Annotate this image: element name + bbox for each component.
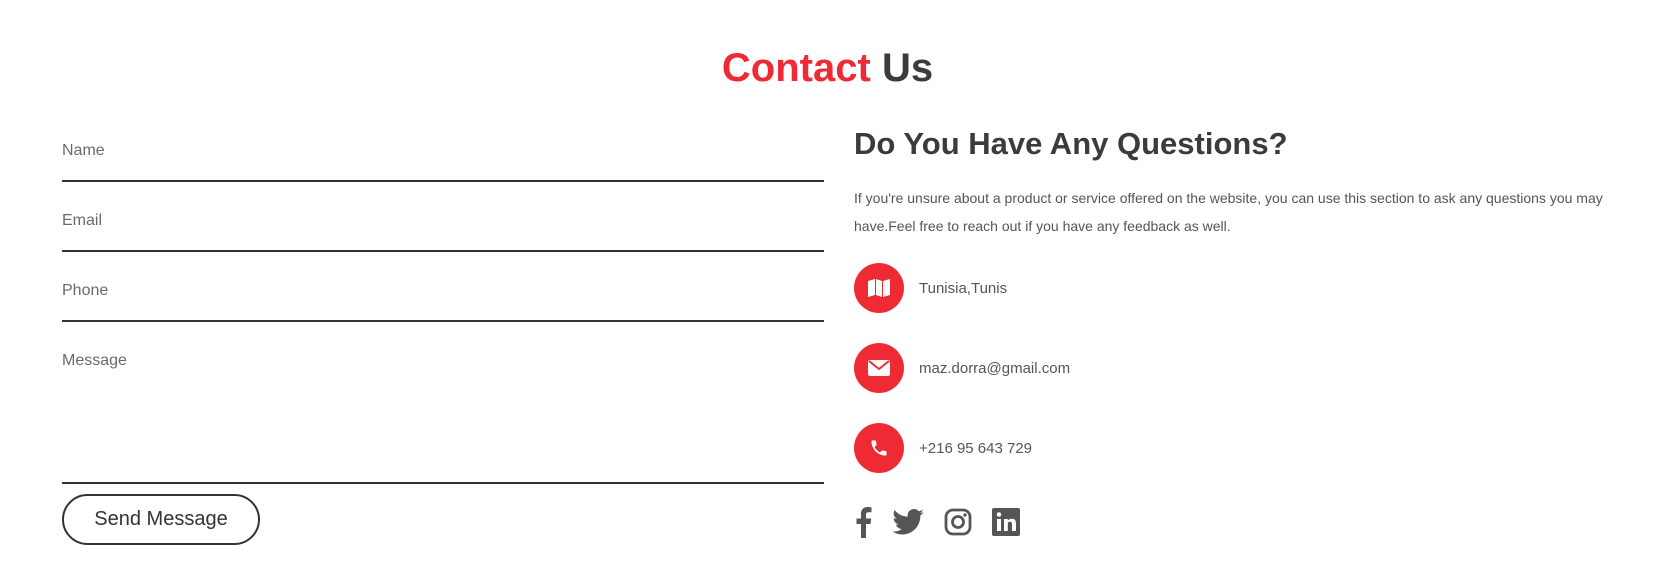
name-input[interactable]	[62, 130, 824, 160]
message-textarea[interactable]	[62, 340, 824, 470]
email-text: maz.dorra@gmail.com	[919, 359, 1071, 377]
linkedin-icon[interactable]	[992, 508, 1020, 536]
map-icon	[854, 263, 904, 313]
facebook-icon[interactable]	[854, 506, 872, 538]
contact-item-phone: +216 95 643 729	[854, 423, 1032, 473]
instagram-icon[interactable]	[944, 508, 972, 536]
page-title: Contact Us	[0, 44, 1655, 92]
contact-item-email: maz.dorra@gmail.com	[854, 343, 1070, 393]
name-field-wrapper	[62, 130, 824, 182]
social-links	[854, 506, 1040, 538]
message-field-wrapper	[62, 340, 824, 484]
phone-text: +216 95 643 729	[919, 439, 1033, 457]
contact-form	[62, 130, 824, 502]
title-accent: Contact	[721, 46, 871, 90]
email-input[interactable]	[62, 200, 824, 230]
title-rest: Us	[881, 46, 934, 90]
phone-icon	[854, 423, 904, 473]
location-text: Tunisia,Tunis	[919, 279, 1008, 297]
phone-input[interactable]	[62, 270, 824, 300]
phone-field-wrapper	[62, 270, 824, 322]
email-field-wrapper	[62, 200, 824, 252]
info-description: If you're unsure about a product or serv…	[854, 190, 1603, 234]
info-section: Do You Have Any Questions? If you're uns…	[854, 124, 1614, 240]
contact-item-location: Tunisia,Tunis	[854, 263, 1007, 313]
twitter-icon[interactable]	[892, 509, 924, 535]
envelope-icon	[854, 343, 904, 393]
send-message-button[interactable]: Send Message	[62, 494, 260, 545]
info-title: Do You Have Any Questions?	[854, 126, 1288, 161]
